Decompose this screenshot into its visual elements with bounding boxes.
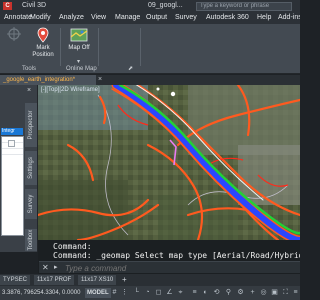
mark-position-button[interactable]: Mark Position [28,27,58,59]
ribbon: Mark Position Map Off ▾ Tools Online Map… [0,24,300,74]
otrack-icon[interactable]: ∠ [165,288,174,298]
viewport-label[interactable]: [-][Top][2D Wireframe] [41,87,100,93]
map-icon [70,28,88,42]
plus-icon[interactable]: + [248,288,257,298]
menu-add-ins[interactable]: Add-ins [278,12,300,24]
document-tab-bar: _google_earth_integration* × [0,75,300,85]
menu-annotate[interactable]: Annotate [4,12,32,24]
menu-output[interactable]: Output [146,12,167,24]
location-pin-icon [37,27,49,43]
mark-position-label: Mark Position [32,45,54,58]
menu-help[interactable]: Help [257,12,271,24]
model-space-button[interactable]: MODEL [85,288,111,298]
toolspace-palette: Integr × Prospector Settings Survey Tool… [0,85,38,252]
map-off-label: Map Off [68,45,90,51]
map-off-button[interactable]: Map Off [66,27,92,52]
close-icon[interactable]: × [98,75,102,85]
panel-expand-icon[interactable]: ⬈ [128,65,133,72]
palette-close-icon[interactable]: × [27,87,31,94]
snap-icon[interactable]: ⋮ [120,288,129,298]
palette-checkbox[interactable] [8,140,15,147]
command-history-line: Command: _geomap Select map type [Aerial… [53,251,300,260]
clean-screen-icon[interactable]: ⛶ [281,288,290,298]
ribbon-divider [98,28,99,66]
polar-icon[interactable]: ◔ [143,288,152,298]
palette-view-select[interactable]: Integr [1,128,23,135]
layout-tab-typsec[interactable]: TYPSEC [0,275,31,285]
transparency-icon[interactable]: ◐ [201,288,210,298]
tab-toolbox[interactable]: Toolbox [25,229,37,251]
command-prompt-icon[interactable]: ▸ [54,263,58,271]
command-input[interactable] [65,263,299,273]
coordinate-readout: 3.3876, 796254.3304, 0.0000 [2,290,81,296]
panel-title-online-map: Online Map [66,66,97,72]
menu-autodesk-360[interactable]: Autodesk 360 [206,12,249,24]
osnap-icon[interactable]: ◻ [154,288,163,298]
civil3d-window: C Civil 3D 09_googl... Type a keyword or… [0,0,300,300]
annotation-scale-icon[interactable]: ⚲ [224,288,233,298]
layout-tabs: TYPSEC 11x17 PROF 11x17 XS10 + [0,274,300,286]
file-name: 09_googl... [148,2,183,9]
command-input-bar: ✕ ▸ [39,261,300,273]
document-tab[interactable]: _google_earth_integration* [0,75,96,85]
isolate-icon[interactable]: ◎ [259,288,268,298]
tab-prospector[interactable]: Prospector [25,103,37,147]
tool-disabled-button[interactable] [4,27,24,43]
workspace-gear-icon[interactable]: ⚙ [236,288,245,298]
ribbon-divider [140,28,141,66]
grid-icon[interactable]: # [110,288,119,298]
menu-analyze[interactable]: Analyze [59,12,84,24]
app-name: Civil 3D [22,2,47,9]
selection-cycling-icon[interactable]: ⟲ [212,288,221,298]
crosshair-icon [7,27,21,41]
status-bar: 3.3876, 796254.3304, 0.0000 MODEL # ⋮ └ … [0,286,300,300]
map-off-dropdown-icon[interactable]: ▾ [77,58,80,65]
menu-bar: Annotate Modify Analyze View Manage Outp… [0,12,300,24]
customize-menu-icon[interactable]: ≡ [291,288,300,298]
dynamic-input-icon[interactable]: ⌖ [176,288,185,298]
lineweight-icon[interactable]: ≡ [190,288,199,298]
menu-view[interactable]: View [91,12,106,24]
close-icon[interactable]: ✕ [42,263,49,272]
tab-survey[interactable]: Survey [25,189,37,219]
menu-manage[interactable]: Manage [115,12,140,24]
layout-tab-11x17-xs10[interactable]: 11x17 XS10 [78,275,117,285]
menu-survey[interactable]: Survey [175,12,197,24]
menu-modify[interactable]: Modify [30,12,51,24]
layout-tab-11x17-prof[interactable]: 11x17 PROF [34,275,75,285]
title-bar: C Civil 3D 09_googl... Type a keyword or… [0,0,300,12]
tab-settings[interactable]: Settings [25,151,37,185]
ribbon-divider [60,28,61,66]
command-history-line: Command: [53,242,92,251]
autocad-logo-icon[interactable]: C [3,2,12,10]
search-input[interactable]: Type a keyword or phrase [196,2,292,11]
drawing-viewport[interactable]: [-][Top][2D Wireframe] [38,85,300,240]
hardware-acceleration-icon[interactable]: ▣ [270,288,279,298]
aerial-map-drawing [38,85,300,240]
panel-title-tools: Tools [22,66,37,72]
ortho-icon[interactable]: └ [132,288,141,298]
command-window: Command: Command: _geomap Select map typ… [38,240,300,274]
palette-tree[interactable] [1,136,24,236]
add-layout-icon[interactable]: + [122,274,127,286]
